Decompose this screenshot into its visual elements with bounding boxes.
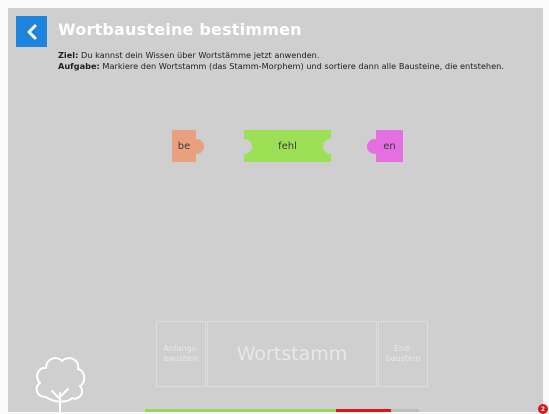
word-piece-label: fehl <box>278 140 297 152</box>
exercise-stage: Wortbausteine bestimmen Ziel: Du kannst … <box>8 8 543 412</box>
tree-icon <box>35 357 86 412</box>
task-line: Aufgabe: Markiere den Wortstamm (das Sta… <box>58 61 538 72</box>
dropzone-stem[interactable]: Wortstamm <box>207 321 377 387</box>
goal-line: Ziel: Du kannst dein Wissen über Wortstä… <box>58 50 538 61</box>
word-piece-en[interactable]: en <box>367 130 403 162</box>
goal-text: Du kannst dein Wissen über Wortstämme je… <box>78 50 320 60</box>
dropzone-stem-label: Wortstamm <box>236 343 348 365</box>
instructions: Ziel: Du kannst dein Wissen über Wortstä… <box>58 50 538 71</box>
word-piece-fehl[interactable]: fehl <box>237 130 338 162</box>
puzzle-knob <box>189 139 204 154</box>
word-piece-label: en <box>383 140 396 152</box>
dropzone-start-label: Anfangs- baustein <box>163 344 199 363</box>
goal-label: Ziel: <box>58 50 79 60</box>
task-label: Aufgabe: <box>58 60 100 71</box>
dropzone-end[interactable]: End- baustein <box>378 321 428 387</box>
word-piece-be[interactable]: be <box>172 130 204 162</box>
puzzle-knob <box>367 139 382 154</box>
puzzle-hole <box>237 139 252 154</box>
word-piece-label: be <box>177 140 191 152</box>
page-title: Wortbausteine bestimmen <box>58 20 302 39</box>
puzzle-hole <box>323 139 338 154</box>
task-text: Markiere den Wortstamm (das Stamm-Morphe… <box>99 60 504 71</box>
dropzone-start[interactable]: Anfangs- baustein <box>156 321 206 387</box>
back-button[interactable] <box>16 16 47 47</box>
dropzone-end-label: End- baustein <box>385 344 421 363</box>
notification-badge[interactable]: 2 <box>538 404 548 414</box>
chevron-left-icon <box>27 24 36 39</box>
